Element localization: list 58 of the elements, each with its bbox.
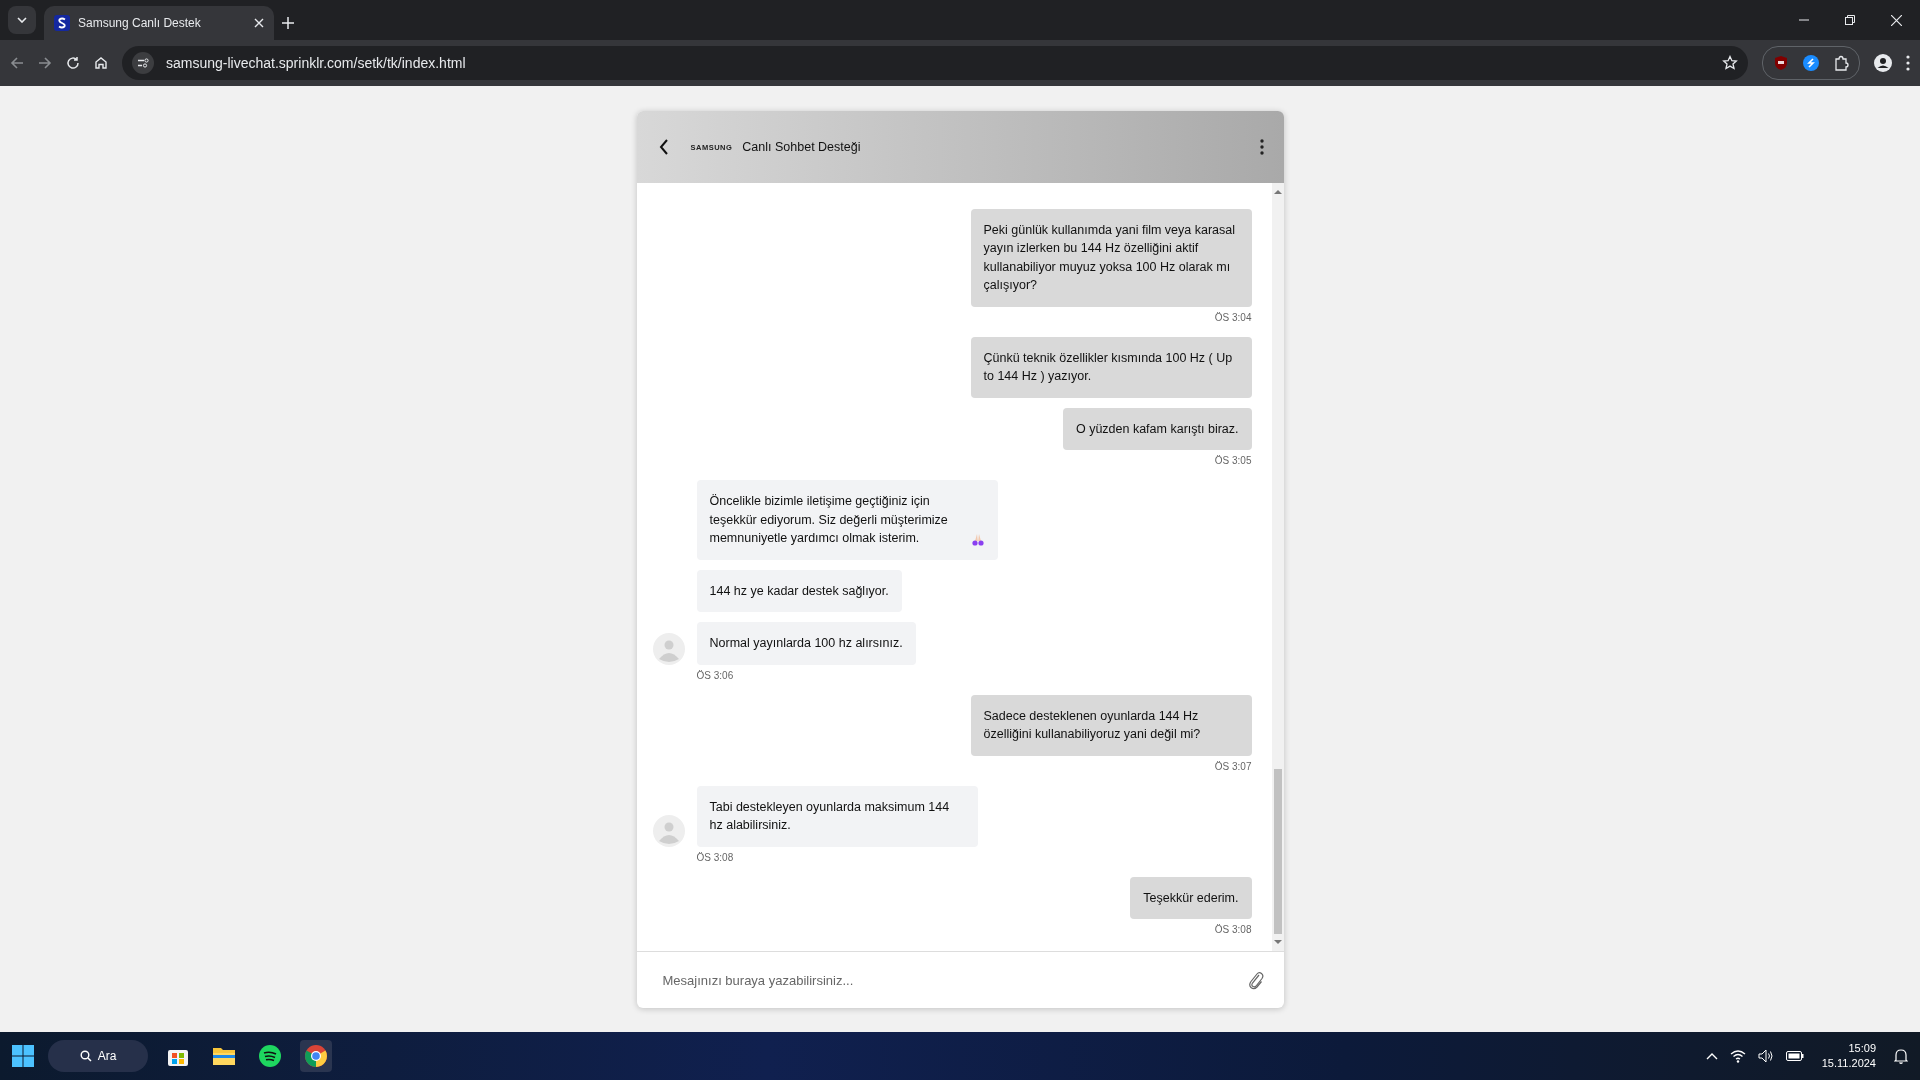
puzzle-icon[interactable] — [1833, 55, 1849, 71]
clock-date[interactable]: 15.11.2024 — [1821, 1056, 1876, 1071]
message-time: ÖS 3:04 — [1214, 311, 1252, 323]
paperclip-icon[interactable] — [1247, 970, 1264, 990]
message-text: Teşekkür ederim. — [1143, 890, 1239, 905]
message-time: ÖS 3:08 — [1214, 924, 1252, 935]
folder-icon[interactable] — [212, 1046, 236, 1066]
menu-icon[interactable] — [1906, 55, 1910, 71]
chat-title: Canlı Sohbet Desteği — [742, 140, 861, 154]
windows-start-icon[interactable] — [12, 1045, 34, 1067]
shield-extension-icon[interactable] — [1773, 55, 1789, 71]
chevron-up-icon[interactable] — [1705, 1052, 1718, 1060]
close-icon[interactable] — [254, 18, 264, 28]
bookmark-star-icon[interactable] — [1722, 55, 1738, 71]
reload-icon[interactable] — [66, 56, 80, 70]
wifi-icon[interactable] — [1729, 1049, 1746, 1063]
message-text: Peki günlük kullanımda yani film veya karasal yayın izlerken bu 144 Hz özelliğini aktif kullanabiliyor muyuz yoksa 100 Hz olarak mı çalışıyor? — [983, 222, 1235, 292]
close-icon[interactable] — [1891, 14, 1902, 26]
battery-icon[interactable] — [1785, 1050, 1804, 1062]
chrome-icon — [305, 1045, 327, 1067]
scrollbar-thumb[interactable] — [1273, 769, 1282, 934]
new-tab-icon[interactable] — [282, 17, 294, 29]
taskbar-search[interactable]: Ara — [48, 1040, 148, 1072]
forward-icon[interactable] — [38, 56, 52, 70]
address-bar[interactable]: samsung-livechat.sprinklr.com/setk/tk/index.html — [122, 46, 1748, 80]
restore-icon[interactable] — [1845, 15, 1855, 25]
search-icon — [79, 1050, 92, 1062]
home-icon[interactable] — [94, 56, 108, 70]
browser-tab[interactable]: Samsung Canlı Destek — [44, 6, 274, 40]
notification-bell-icon[interactable] — [1894, 1048, 1908, 1064]
message-time: ÖS 3:06 — [696, 669, 734, 681]
message-text: 144 hz ye kadar destek sağlıyor. — [709, 583, 889, 598]
message-text: Normal yayınlarda 100 hz alırsınız. — [709, 636, 903, 650]
scroll-down-icon[interactable] — [1273, 938, 1282, 946]
scroll-up-icon[interactable] — [1273, 188, 1282, 196]
chrome-taskbar-button[interactable] — [300, 1040, 332, 1072]
tab-list-button[interactable] — [8, 6, 36, 34]
message-text: Öncelikle bizimle iletişime geçtiğiniz için teşekkür ediyorum. Siz değerli müşterimize memnuniyetle yardımcı olmak isterim. — [709, 493, 949, 547]
message-input[interactable]: Mesajınızı buraya yazabilirsiniz... — [660, 971, 1248, 989]
message-text: Çünkü teknik özellikler kısmında 100 Hz ( Up to 144 Hz ) yazıyor. — [983, 350, 1233, 383]
clock-time[interactable]: 15:09 — [1848, 1041, 1876, 1056]
spotify-icon[interactable] — [259, 1045, 281, 1067]
back-icon[interactable] — [658, 139, 669, 155]
message-text: O yüzden kafam karıştı biraz. — [1075, 421, 1239, 436]
message-time: ÖS 3:08 — [696, 851, 734, 863]
message-text: Tabi destekleyen oyunlarda maksimum 144 hz alabilirsiniz. — [709, 799, 950, 832]
site-settings-icon[interactable] — [132, 52, 154, 74]
message-text: Sadece desteklenen oyunlarda 144 Hz özelliğini kullanabiliyoruz yani değil mi? — [983, 708, 1201, 741]
speaker-icon[interactable] — [1757, 1049, 1774, 1063]
message-time: ÖS 3:07 — [1214, 760, 1252, 772]
site-logo-icon — [54, 15, 70, 31]
profile-icon[interactable] — [1874, 54, 1892, 72]
url-text: samsung-livechat.sprinklr.com/setk/tk/index.html — [166, 55, 466, 71]
scrollbar[interactable] — [1271, 183, 1284, 951]
more-options-icon[interactable] — [1259, 139, 1264, 155]
message-time: ÖS 3:05 — [1214, 455, 1252, 466]
zigzag-extension-icon[interactable] — [1803, 55, 1819, 71]
chevron-down-icon — [17, 17, 27, 23]
